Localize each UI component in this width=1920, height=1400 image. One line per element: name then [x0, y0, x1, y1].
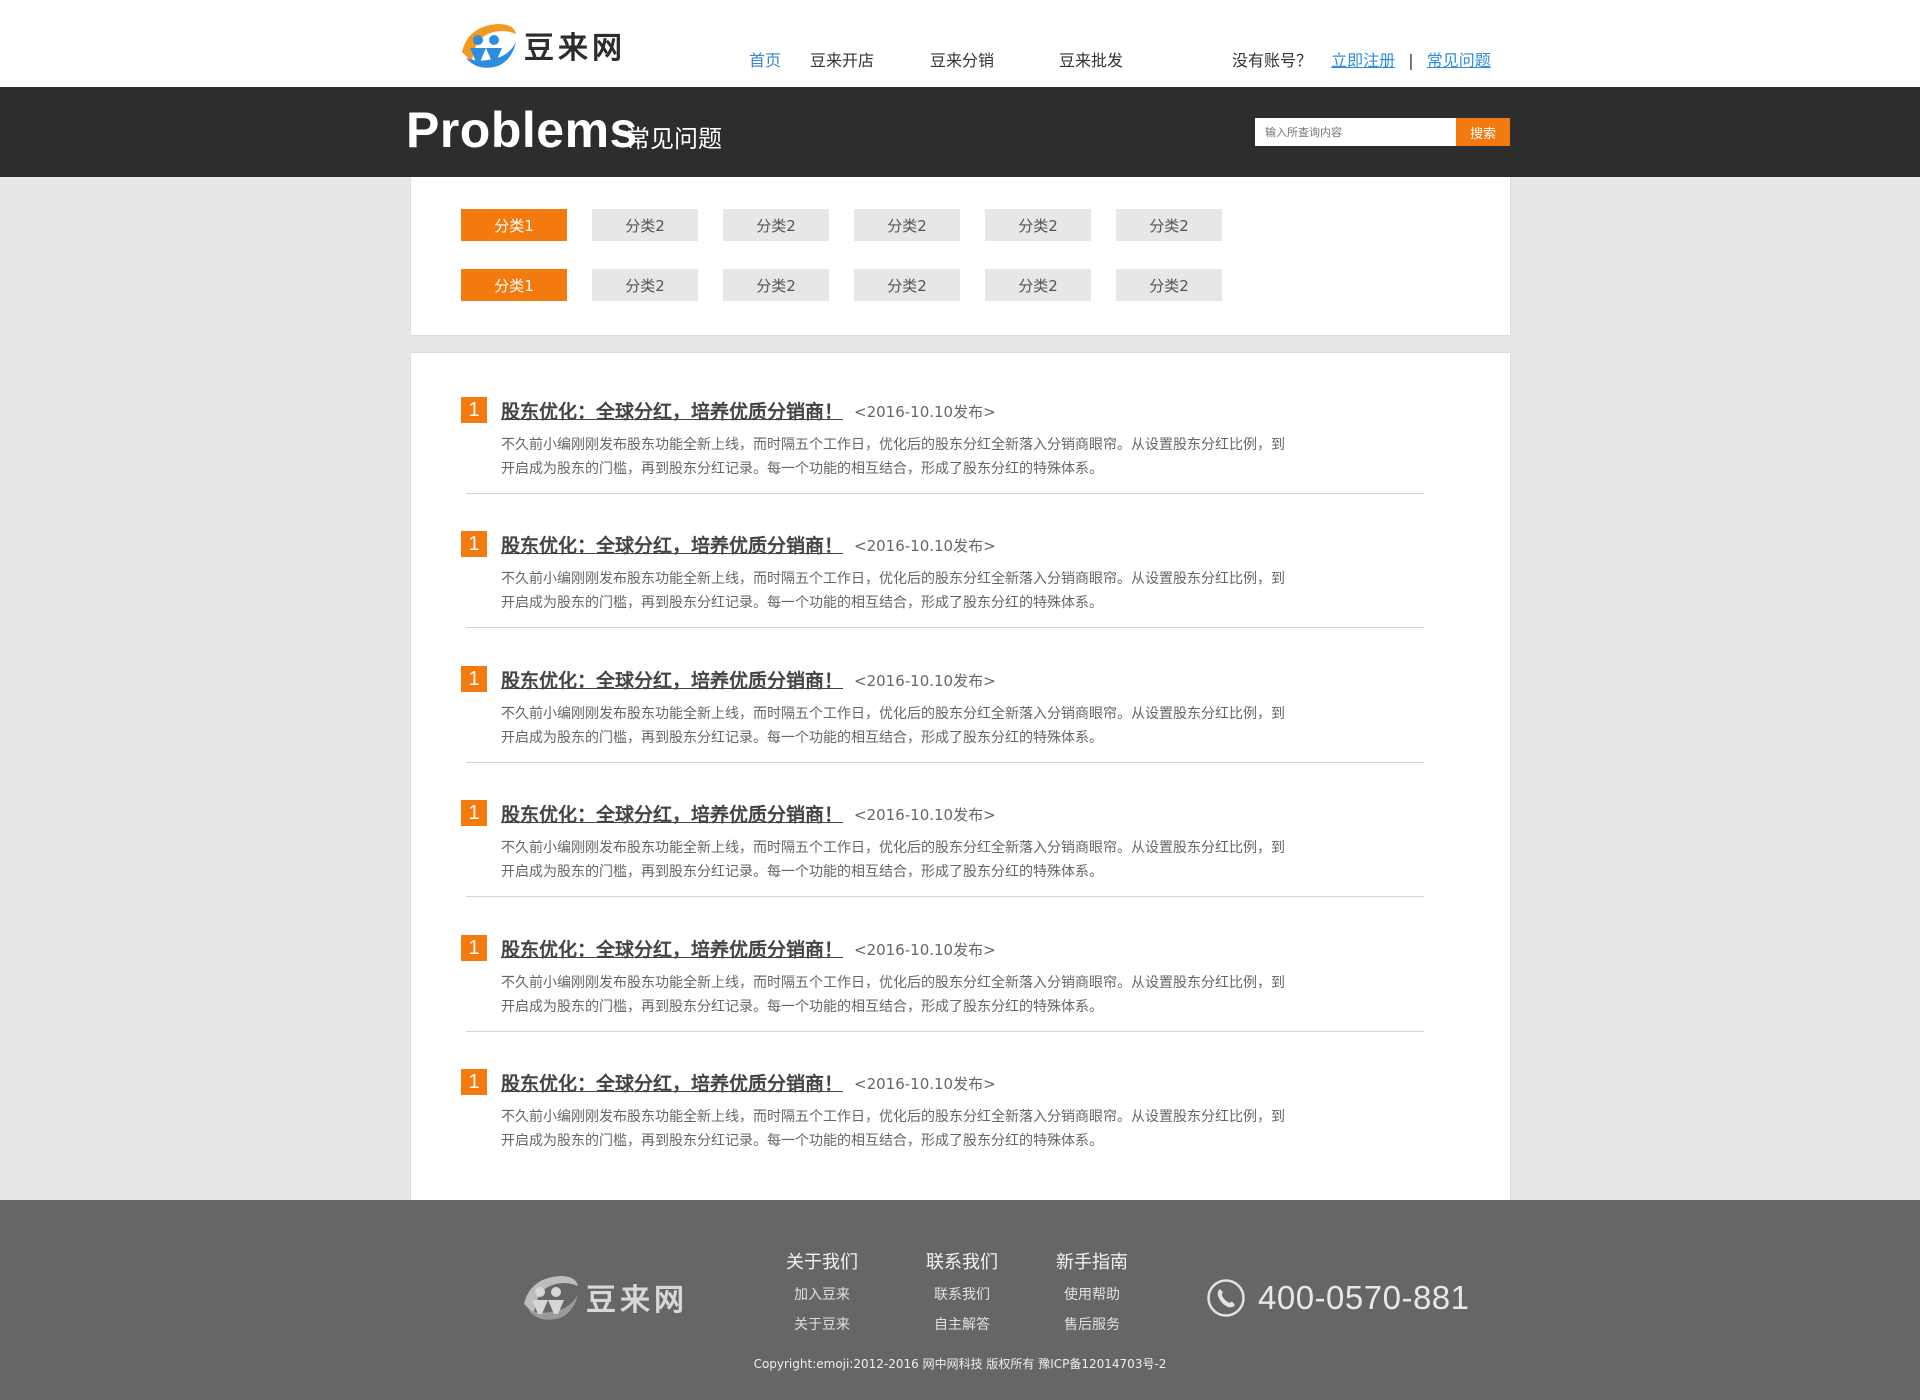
- footer-link[interactable]: 加入豆来: [786, 1284, 858, 1304]
- page-title-en: Problems: [406, 102, 638, 158]
- footer-heading: 新手指南: [1056, 1252, 1128, 1273]
- category-tab[interactable]: 分类2: [592, 269, 698, 301]
- item-description: 不久前小编刚刚发布股东功能全新上线，而时隔五个工作日，优化后的股东分红全新落入分…: [501, 975, 1285, 1015]
- item-description: 不久前小编刚刚发布股东功能全新上线，而时隔五个工作日，优化后的股东分红全新落入分…: [501, 840, 1285, 880]
- search-input[interactable]: [1255, 118, 1456, 146]
- footer-link[interactable]: 使用帮助: [1056, 1284, 1128, 1304]
- list-item: 1 股东优化：全球分红，培养优质分销商！ <2016-10.10发布> 不久前小…: [461, 891, 1424, 1032]
- item-date: <2016-10.10发布>: [854, 672, 996, 690]
- category-tab[interactable]: 分类2: [854, 209, 960, 241]
- category-row-1: 分类1 分类2 分类2 分类2 分类2 分类2: [461, 209, 1222, 241]
- item-number-badge: 1: [461, 666, 487, 692]
- list-item: 1 股东优化：全球分红，培养优质分销商！ <2016-10.10发布> 不久前小…: [461, 353, 1424, 494]
- category-row-2: 分类1 分类2 分类2 分类2 分类2 分类2: [461, 269, 1222, 301]
- page-title-cn: 常见问题: [626, 125, 722, 153]
- search-box: 搜索: [1255, 118, 1510, 146]
- no-account-text: 没有账号？: [1232, 51, 1313, 70]
- nav-wholesale[interactable]: 豆来批发: [1059, 47, 1123, 71]
- page-banner: Problems 常见问题 搜索: [0, 87, 1920, 177]
- category-tab[interactable]: 分类2: [854, 269, 960, 301]
- category-tab[interactable]: 分类2: [723, 209, 829, 241]
- item-description: 不久前小编刚刚发布股东功能全新上线，而时隔五个工作日，优化后的股东分红全新落入分…: [501, 437, 1285, 477]
- copyright-text: Copyright:emoji:2012-2016 网中网科技 版权所有 豫IC…: [753, 1357, 1167, 1371]
- footer-link[interactable]: 联系我们: [926, 1284, 998, 1304]
- faq-list: 1 股东优化：全球分红，培养优质分销商！ <2016-10.10发布> 不久前小…: [410, 352, 1511, 1200]
- footer-link[interactable]: 关于豆来: [786, 1314, 858, 1334]
- logo-text: 豆来网: [524, 31, 626, 66]
- list-item: 1 股东优化：全球分红，培养优质分销商！ <2016-10.10发布> 不久前小…: [461, 756, 1424, 897]
- item-title-link[interactable]: 股东优化：全球分红，培养优质分销商！: [501, 666, 843, 693]
- footer-heading: 联系我们: [926, 1252, 998, 1273]
- category-panel: 分类1 分类2 分类2 分类2 分类2 分类2 分类1 分类2 分类2 分类2 …: [410, 177, 1511, 336]
- footer-link[interactable]: 自主解答: [926, 1314, 998, 1334]
- nav-open-shop[interactable]: 豆来开店: [810, 47, 874, 71]
- nav-distribution[interactable]: 豆来分销: [930, 47, 994, 71]
- item-title-link[interactable]: 股东优化：全球分红，培养优质分销商！: [501, 397, 843, 424]
- item-title-link[interactable]: 股东优化：全球分红，培养优质分销商！: [501, 935, 843, 962]
- item-date: <2016-10.10发布>: [854, 941, 996, 959]
- item-number-badge: 1: [461, 531, 487, 557]
- item-number-badge: 1: [461, 1069, 487, 1095]
- item-title-link[interactable]: 股东优化：全球分红，培养优质分销商！: [501, 1069, 843, 1096]
- site-header: 豆来网 首页 豆来开店 豆来分销 豆来批发 没有账号？ 立即注册 | 常见问题: [0, 0, 1920, 87]
- faq-link[interactable]: 常见问题: [1427, 51, 1491, 70]
- item-number-badge: 1: [461, 397, 487, 423]
- register-link[interactable]: 立即注册: [1331, 51, 1395, 70]
- footer-link[interactable]: 售后服务: [1056, 1314, 1128, 1334]
- logo-icon: [462, 24, 516, 68]
- phone-number: 400-0570-881: [1258, 1279, 1470, 1316]
- footer-logo-icon: [524, 1276, 578, 1320]
- search-button[interactable]: 搜索: [1456, 118, 1510, 146]
- category-tab[interactable]: 分类2: [592, 209, 698, 241]
- auth-links: 没有账号？ 立即注册 | 常见问题: [1232, 47, 1491, 71]
- item-date: <2016-10.10发布>: [854, 403, 996, 421]
- item-description: 不久前小编刚刚发布股东功能全新上线，而时隔五个工作日，优化后的股东分红全新落入分…: [501, 571, 1285, 611]
- site-logo[interactable]: 豆来网: [458, 18, 626, 72]
- category-tab[interactable]: 分类1: [461, 269, 567, 301]
- site-footer: 豆来网 关于我们 加入豆来 关于豆来 联系我们 联系我们 自主解答 新手指南 使…: [0, 1200, 1920, 1400]
- item-title-link[interactable]: 股东优化：全球分红，培养优质分销商！: [501, 800, 843, 827]
- category-tab[interactable]: 分类2: [1116, 209, 1222, 241]
- category-tab[interactable]: 分类2: [723, 269, 829, 301]
- category-tab[interactable]: 分类2: [985, 269, 1091, 301]
- item-title-link[interactable]: 股东优化：全球分红，培养优质分销商！: [501, 531, 843, 558]
- item-number-badge: 1: [461, 935, 487, 961]
- phone-icon: [1207, 1279, 1245, 1317]
- footer-col-guide: 新手指南 使用帮助 售后服务: [1056, 1248, 1128, 1334]
- nav-home[interactable]: 首页: [749, 47, 781, 71]
- footer-logo[interactable]: 豆来网: [520, 1270, 688, 1324]
- item-description: 不久前小编刚刚发布股东功能全新上线，而时隔五个工作日，优化后的股东分红全新落入分…: [501, 1109, 1285, 1149]
- list-item: 1 股东优化：全球分红，培养优质分销商！ <2016-10.10发布> 不久前小…: [461, 487, 1424, 628]
- auth-separator: |: [1408, 51, 1414, 70]
- category-tab[interactable]: 分类2: [1116, 269, 1222, 301]
- item-number-badge: 1: [461, 800, 487, 826]
- footer-col-contact: 联系我们 联系我们 自主解答: [926, 1248, 998, 1334]
- footer-phone: 400-0570-881: [1206, 1278, 1470, 1318]
- footer-col-about: 关于我们 加入豆来 关于豆来: [786, 1248, 858, 1334]
- footer-heading: 关于我们: [786, 1252, 858, 1273]
- footer-logo-text: 豆来网: [586, 1283, 688, 1318]
- category-tab[interactable]: 分类1: [461, 209, 567, 241]
- list-item: 1 股东优化：全球分红，培养优质分销商！ <2016-10.10发布> 不久前小…: [461, 1025, 1419, 1149]
- item-description: 不久前小编刚刚发布股东功能全新上线，而时隔五个工作日，优化后的股东分红全新落入分…: [501, 706, 1285, 746]
- item-date: <2016-10.10发布>: [854, 806, 996, 824]
- list-item: 1 股东优化：全球分红，培养优质分销商！ <2016-10.10发布> 不久前小…: [461, 622, 1424, 763]
- item-date: <2016-10.10发布>: [854, 537, 996, 555]
- category-tab[interactable]: 分类2: [985, 209, 1091, 241]
- item-date: <2016-10.10发布>: [854, 1075, 996, 1093]
